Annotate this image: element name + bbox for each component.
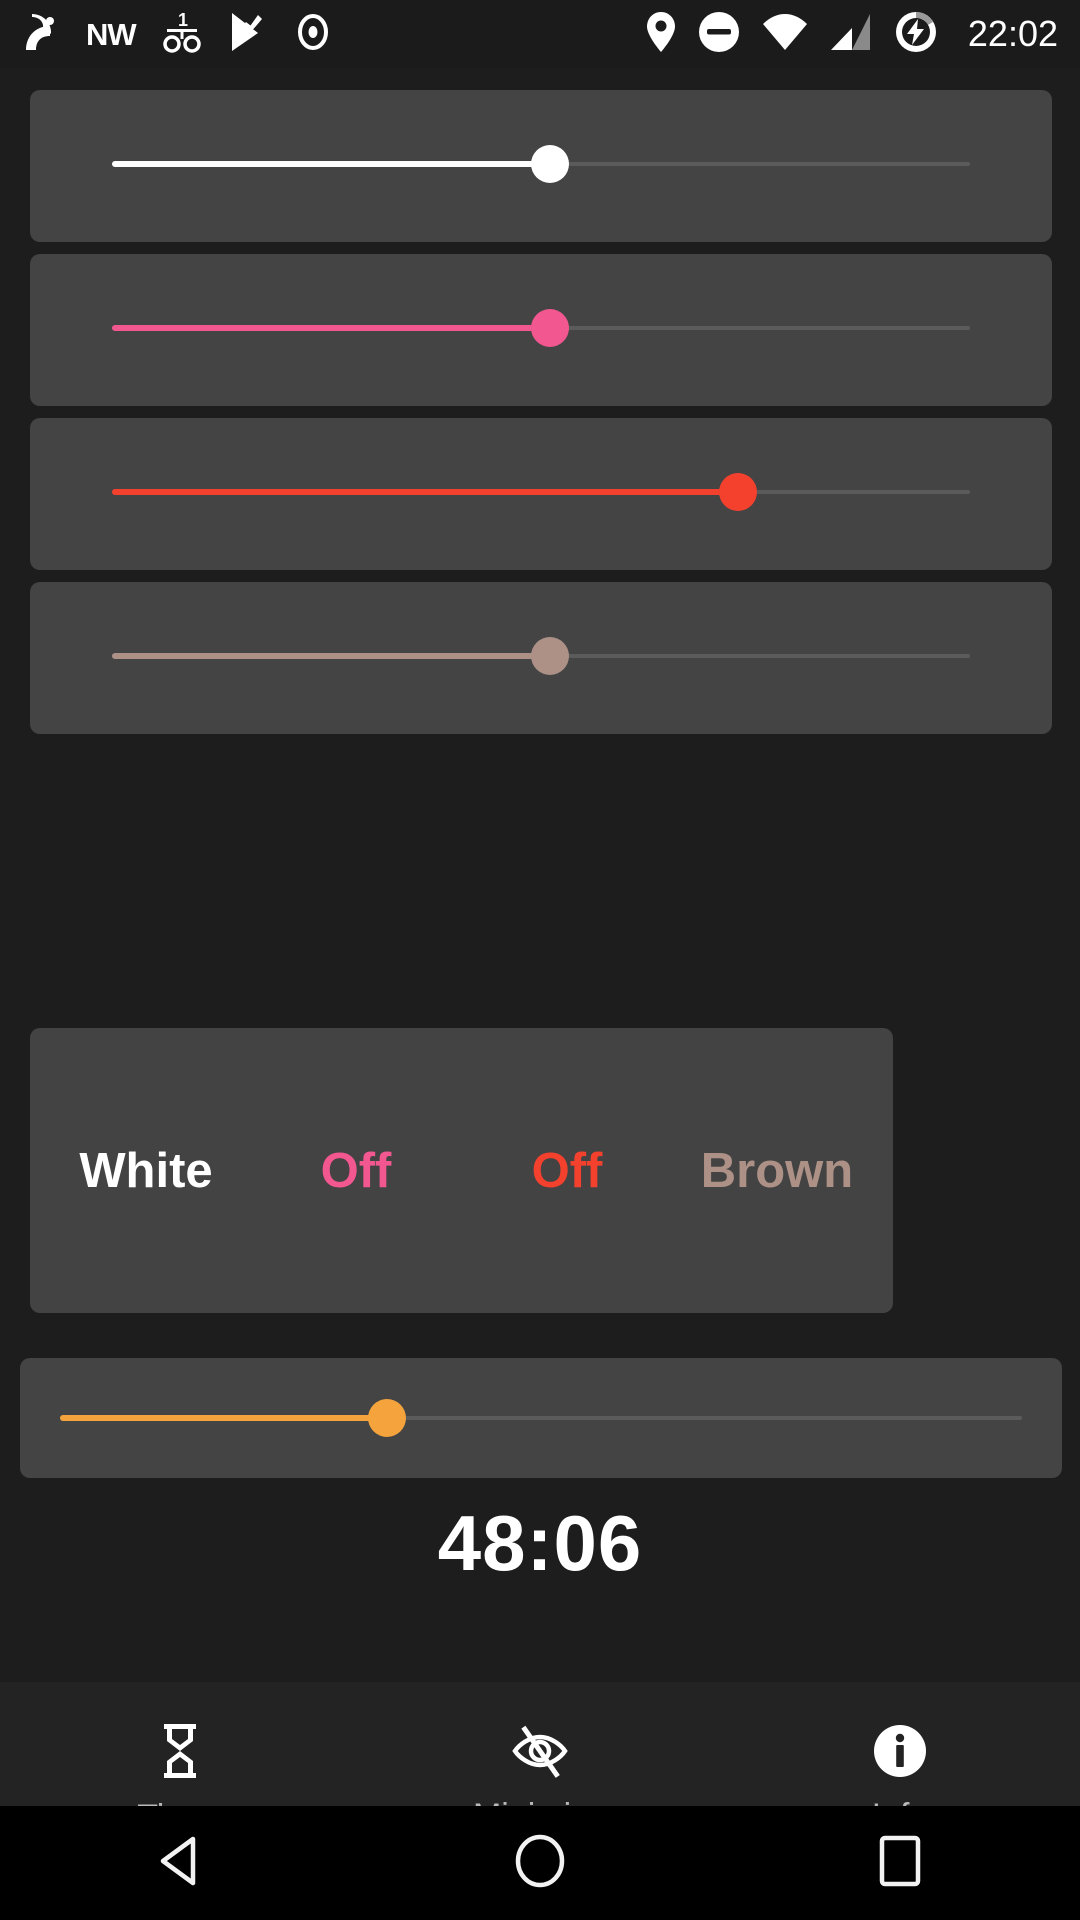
slider-card-brown[interactable] [30,582,1052,734]
compass-direction-text: NW [86,16,137,52]
cellular-signal-icon [830,13,872,56]
slider-thumb[interactable] [530,637,569,675]
app-root: NW 1 22:02 White Off Off Brown 48:06 [0,0,1080,1920]
satellite-dish-icon [22,12,60,57]
checkbox-flag-icon [228,11,268,58]
info-circle-icon [873,1724,927,1783]
slider-thumb[interactable] [530,145,569,183]
slider-thumb[interactable] [719,473,758,511]
eye-off-icon [511,1724,569,1783]
pink-brightness-slider[interactable] [112,309,970,347]
status-bar-right-icons: 22:02 [646,10,1058,59]
slider-card-pink[interactable] [30,254,1052,406]
android-system-nav [0,1806,1080,1920]
timer-duration-slider[interactable] [60,1399,1022,1437]
red-brightness-slider[interactable] [112,473,970,511]
circle-home-icon [514,1834,566,1893]
hourglass-icon [157,1723,203,1784]
preset-label: Off [531,1143,603,1198]
status-bar-clock: 22:02 [967,13,1058,54]
svg-text:1: 1 [178,10,188,30]
do-not-disturb-icon [698,11,740,58]
square-recents-icon [877,1835,923,1892]
slider-fill [112,325,550,331]
slider-fill [112,161,550,167]
preset-button-row: White Off Off Brown [0,1028,1080,1313]
balance-scale-icon: 1 [162,10,202,59]
slider-fill [112,653,550,659]
status-bar: NW 1 22:02 [0,0,1080,68]
white-brightness-slider[interactable] [112,145,970,183]
slider-thumb[interactable] [368,1399,407,1437]
preset-label: White [79,1143,213,1198]
timer-slider-card[interactable] [20,1358,1062,1478]
battery-charging-icon [894,10,938,59]
timer-readout: 48:06 [437,1499,643,1587]
slider-fill [112,489,739,495]
recents-button[interactable] [720,1806,1080,1920]
record-circle-icon [294,13,332,56]
back-button[interactable] [0,1806,360,1920]
wifi-icon [762,13,808,56]
brown-brightness-slider[interactable] [112,637,970,675]
status-bar-left-icons: NW 1 [22,10,332,59]
preset-button-brown[interactable]: Brown [661,1028,893,1313]
preset-button-white[interactable]: White [30,1028,262,1313]
home-button[interactable] [360,1806,720,1920]
main-content: White Off Off Brown 48:06 [0,68,1080,1874]
location-pin-icon [646,11,676,58]
preset-button-red[interactable]: Off [451,1028,683,1313]
slider-fill [60,1415,388,1421]
slider-card-white[interactable] [30,90,1052,242]
preset-button-pink[interactable]: Off [240,1028,472,1313]
preset-label: Off [320,1143,392,1198]
preset-label: Brown [700,1143,854,1198]
slider-thumb[interactable] [530,309,569,347]
slider-card-red[interactable] [30,418,1052,570]
triangle-back-icon [157,1836,203,1891]
